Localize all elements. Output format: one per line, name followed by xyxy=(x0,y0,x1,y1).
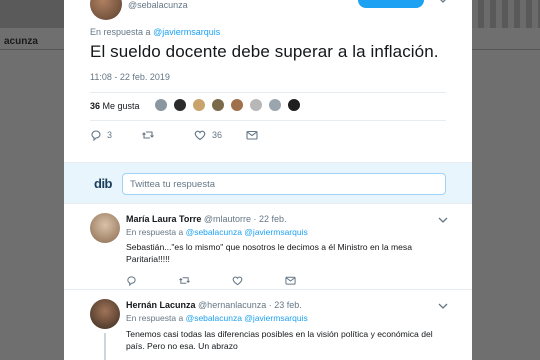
reply-icon xyxy=(91,130,101,141)
reply-to-link[interactable]: @javiermsarquis xyxy=(153,27,220,37)
tweet-text: El sueldo docente debe superar a la infl… xyxy=(90,42,439,61)
reply-date[interactable]: · 22 feb. xyxy=(254,214,287,224)
reply-compose: dib Twittea tu respuesta xyxy=(64,162,472,204)
reply-author-handle[interactable]: @hernanlacunza xyxy=(198,300,266,310)
like-icon xyxy=(194,130,206,141)
background-profile-name: acunza xyxy=(4,36,38,47)
reply-date[interactable]: · 23 feb. xyxy=(269,300,302,310)
like-button[interactable]: 36 xyxy=(194,129,246,141)
reply-input[interactable]: Twittea tu respuesta xyxy=(122,173,446,195)
background-banner xyxy=(472,0,540,28)
reply-to-link[interactable]: @sebalacunza xyxy=(186,313,242,323)
author-avatar[interactable] xyxy=(90,0,122,20)
current-user-avatar: dib xyxy=(94,176,113,191)
reply-context: En respuesta a @javiermsarquis xyxy=(90,27,220,37)
reply-count: 3 xyxy=(107,130,113,140)
liker-avatar[interactable] xyxy=(230,98,244,112)
reply-button[interactable]: 3 xyxy=(90,129,142,141)
reply-text: Sebastián..."es lo mismo" que nosotros l… xyxy=(126,242,413,264)
chevron-down-icon[interactable] xyxy=(438,0,448,4)
reply-header: María Laura Torre @mlautorre · 22 feb. xyxy=(126,214,287,224)
message-icon xyxy=(246,130,258,140)
reply-tweet[interactable]: María Laura Torre @mlautorre · 22 feb. E… xyxy=(64,204,472,290)
retweet-icon[interactable] xyxy=(179,275,190,286)
reply-avatar[interactable] xyxy=(90,213,120,243)
reply-to-link[interactable]: @javiermsarquis xyxy=(244,227,307,237)
retweet-icon xyxy=(142,131,154,139)
like-count: 36 xyxy=(212,130,223,140)
reply-author-name[interactable]: María Laura Torre xyxy=(126,214,201,224)
divider xyxy=(90,120,446,121)
reply-to-link[interactable]: @sebalacunza xyxy=(186,227,242,237)
reply-author-name[interactable]: Hernán Lacunza xyxy=(126,300,196,310)
following-button[interactable] xyxy=(358,0,424,8)
reply-context: En respuesta a @sebalacunza @javiermsarq… xyxy=(126,313,308,323)
chevron-down-icon[interactable] xyxy=(438,302,448,310)
liker-avatar[interactable] xyxy=(287,98,301,112)
likes-label: Me gusta xyxy=(102,101,140,111)
retweet-button[interactable] xyxy=(142,129,194,141)
thread-line xyxy=(104,333,106,360)
liker-avatar[interactable] xyxy=(268,98,282,112)
author-handle[interactable]: @sebalacunza xyxy=(128,0,188,10)
reply-author-handle[interactable]: @mlautorre xyxy=(204,214,251,224)
direct-message-button[interactable] xyxy=(246,129,258,141)
like-icon[interactable] xyxy=(232,275,243,286)
liker-avatar[interactable] xyxy=(154,98,168,112)
tweet-timestamp[interactable]: 11:08 - 22 feb. 2019 xyxy=(90,72,170,82)
reply-icon[interactable] xyxy=(126,275,137,286)
reply-avatar[interactable] xyxy=(90,299,120,329)
liker-avatar[interactable] xyxy=(192,98,206,112)
message-icon[interactable] xyxy=(285,275,296,286)
reply-actions xyxy=(126,275,296,286)
reply-tweet[interactable]: Hernán Lacunza @hernanlacunza · 23 feb. … xyxy=(64,290,472,360)
liker-avatar[interactable] xyxy=(211,98,225,112)
likes-count: 36 xyxy=(90,101,101,111)
reply-header: Hernán Lacunza @hernanlacunza · 23 feb. xyxy=(126,300,302,310)
chevron-down-icon[interactable] xyxy=(438,216,448,224)
reply-prefix: En respuesta a xyxy=(90,27,151,37)
reply-context: En respuesta a @sebalacunza @javiermsarq… xyxy=(126,227,308,237)
likes-summary[interactable]: 36 Me gusta xyxy=(90,96,140,116)
likers-avatars xyxy=(154,98,306,112)
liker-avatar[interactable] xyxy=(249,98,263,112)
liker-avatar[interactable] xyxy=(173,98,187,112)
tweet-actions: 3 36 xyxy=(90,129,258,141)
background-nav-right xyxy=(472,28,540,50)
reply-prefix: En respuesta a xyxy=(126,313,184,323)
reply-to-link[interactable]: @javiermsarquis xyxy=(244,313,307,323)
reply-text: Tenemos casi todas las diferencias posib… xyxy=(126,329,433,351)
tweet-modal: @sebalacunza En respuesta a @javiermsarq… xyxy=(64,0,472,360)
reply-prefix: En respuesta a xyxy=(126,227,184,237)
divider xyxy=(90,92,446,93)
